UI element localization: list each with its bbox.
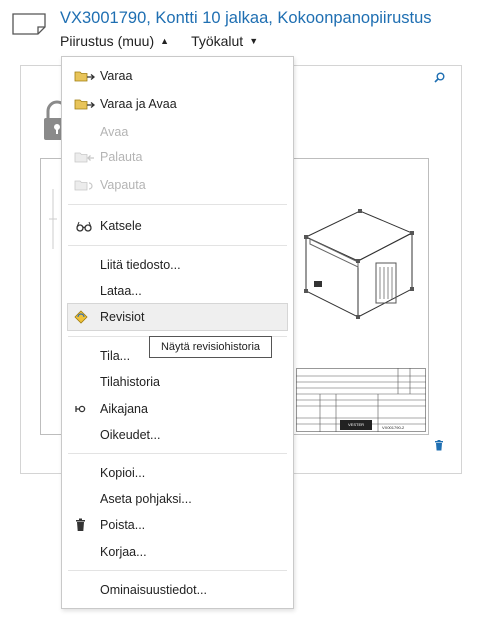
- document-icon: [12, 13, 46, 35]
- timeline-icon: [75, 405, 86, 413]
- title-block-drawing-no: VX001790-2: [382, 425, 405, 430]
- caret-up-icon: ▲: [160, 36, 170, 46]
- folder-release-icon: [74, 180, 93, 191]
- header-menubar: Piirustus (muu) ▲ Työkalut ▼: [60, 33, 280, 49]
- page-title: VX3001790, Kontti 10 jalkaa, Kokoonpanop…: [60, 9, 432, 27]
- menu-item-kopioi[interactable]: Kopioi...: [100, 466, 145, 480]
- tools-menu-button[interactable]: Työkalut ▼: [191, 33, 258, 49]
- title-block-logo: VESTER: [348, 422, 365, 427]
- folder-arrow-icon: [74, 71, 96, 82]
- menu-item-vapauta[interactable]: Vapauta: [100, 178, 146, 192]
- menu-separator: [68, 245, 287, 246]
- menu-item-palauta[interactable]: Palauta: [100, 150, 142, 164]
- menu-item-tila[interactable]: Tila...: [100, 349, 130, 363]
- menu-item-aikajana[interactable]: Aikajana: [100, 402, 148, 416]
- menu-separator: [68, 570, 287, 571]
- type-menu-button[interactable]: Piirustus (muu) ▲: [60, 33, 169, 49]
- folder-back-icon: [74, 152, 94, 163]
- menu-item-oikeudet[interactable]: Oikeudet...: [100, 428, 160, 442]
- menu-item-varaa[interactable]: Varaa: [100, 69, 132, 83]
- menu-item-aseta-pohjaksi[interactable]: Aseta pohjaksi...: [100, 492, 192, 506]
- menu-item-korjaa[interactable]: Korjaa...: [100, 545, 147, 559]
- tools-menu: Varaa Varaa ja Avaa Avaa Palauta Vapauta…: [61, 56, 294, 609]
- container-drawing: [304, 209, 414, 319]
- glasses-icon: [76, 221, 92, 232]
- menu-separator: [68, 204, 287, 205]
- menu-item-poista[interactable]: Poista...: [100, 518, 145, 532]
- trash-icon[interactable]: [434, 440, 444, 454]
- menu-item-tilahistoria[interactable]: Tilahistoria: [100, 375, 160, 389]
- title-block: VESTER VX001790-2: [296, 368, 426, 432]
- menu-item-liita-tiedosto[interactable]: Liitä tiedosto...: [100, 258, 181, 272]
- menu-item-varaa-ja-avaa[interactable]: Varaa ja Avaa: [100, 97, 177, 111]
- folder-arrow-icon: [74, 99, 96, 110]
- zoom-icon[interactable]: [434, 72, 445, 86]
- menu-item-revisiot[interactable]: Revisiot: [100, 310, 144, 324]
- tooltip-revision-history: Näytä revisiohistoria: [149, 336, 272, 358]
- menu-separator: [68, 453, 287, 454]
- type-menu-label: Piirustus (muu): [60, 33, 155, 49]
- caret-down-icon: ▼: [249, 36, 259, 46]
- revisions-icon: [74, 310, 88, 324]
- menu-item-ominaisuustiedot[interactable]: Ominaisuustiedot...: [100, 583, 207, 597]
- menu-item-avaa[interactable]: Avaa: [100, 125, 128, 139]
- menu-item-lataa[interactable]: Lataa...: [100, 284, 142, 298]
- menu-item-katsele[interactable]: Katsele: [100, 219, 142, 233]
- tools-menu-label: Työkalut: [191, 33, 244, 49]
- trash-icon: [76, 518, 85, 531]
